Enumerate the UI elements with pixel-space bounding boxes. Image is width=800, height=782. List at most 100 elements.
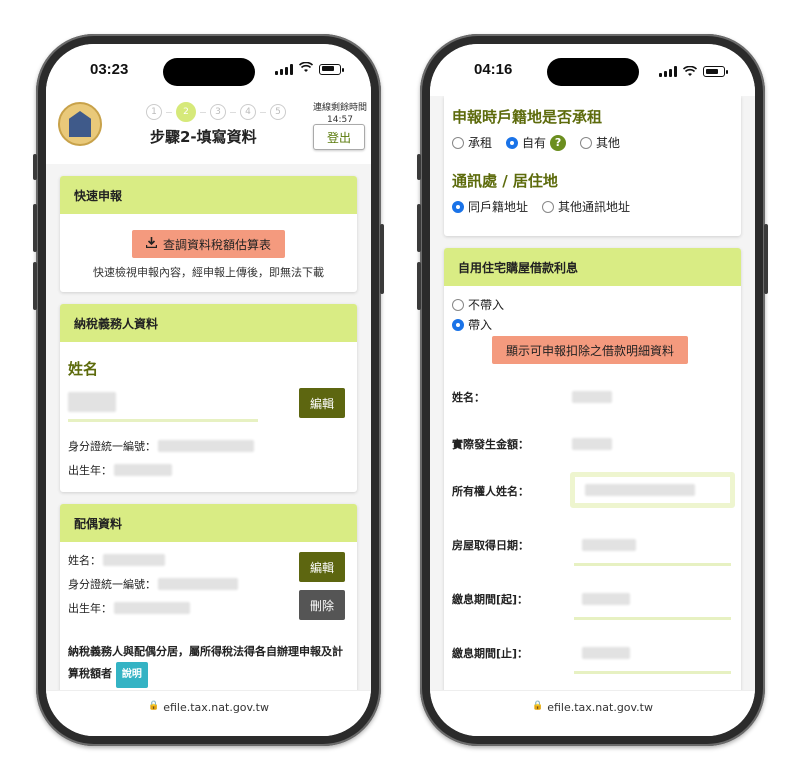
logout-button[interactable]: 登出: [313, 124, 365, 150]
signal-icon: [275, 63, 293, 75]
radio-same-address-label: 同戶籍地址: [468, 200, 529, 214]
remain-label: 連線剩餘時間: [312, 103, 367, 113]
mailing-title: 通訊處 / 居住地: [452, 172, 558, 190]
radio-same-address[interactable]: [452, 200, 464, 213]
url-text: efile.tax.nat.gov.tw: [547, 701, 653, 714]
loan-field-name: 姓名：: [444, 370, 741, 424]
taxpayer-id-label: 身分證統一編號：: [68, 440, 156, 453]
loan-field-period-start-label: 繳息期間[起]：: [452, 593, 529, 606]
agency-logo: [58, 102, 102, 146]
spouse-delete-button[interactable]: 刪除: [299, 590, 345, 620]
wifi-icon: [682, 62, 698, 81]
spouse-card: 配偶資料 姓名： 身分證統一編號： 出生年： 編輯 刪除 納稅義務人與配偶分居，…: [60, 504, 357, 690]
phone-right: 04:16 申報時戶籍地是否承租 承租 自有 ? 其他 通訊處 / 居住地 同戶…: [417, 34, 768, 746]
owner-name-input[interactable]: [570, 472, 735, 508]
loan-field-owner: 所有權人姓名：: [444, 464, 741, 518]
quick-filing-note: 快速檢視申報內容，經申報上傳後，即無法下載: [93, 266, 324, 279]
radio-include-label: 帶入: [468, 318, 493, 332]
quick-filing-title: 快速申報: [60, 176, 357, 214]
taxpayer-id-row: 身分證統一編號：: [68, 438, 254, 454]
taxpayer-birth-label: 出生年：: [68, 464, 112, 477]
explain-button[interactable]: 說明: [115, 662, 148, 688]
radio-other-address[interactable]: [542, 200, 555, 213]
radio-own[interactable]: [506, 136, 519, 149]
spouse-birth-row: 出生年：: [68, 600, 190, 616]
radio-not-include-row: 不帶入: [452, 296, 504, 313]
step-5: 5: [270, 104, 286, 120]
lock-icon: 🔒: [532, 701, 544, 711]
separate-filing-text: 納稅義務人與配偶分居，屬所得稅法得各自辦理申報及計算稅額者: [68, 645, 343, 680]
screen-left: 03:23 1 2 3 4 5 步驟2-填寫資料 連線剩餘時間 14:57 登出…: [46, 44, 371, 736]
radio-include-row: 帶入: [452, 316, 492, 333]
estimate-download-button[interactable]: 查調資料稅額估算表: [131, 230, 285, 258]
url-text: efile.tax.nat.gov.tw: [163, 701, 269, 714]
page-content: 申報時戶籍地是否承租 承租 自有 ? 其他 通訊處 / 居住地 同戶籍地址 其他…: [430, 96, 755, 690]
taxpayer-birth-row: 出生年：: [68, 462, 172, 478]
lock-icon: 🔒: [148, 701, 160, 711]
loan-field-acquire-date-label: 房屋取得日期：: [452, 539, 529, 552]
loan-field-acquire-date: 房屋取得日期：: [444, 518, 741, 572]
taxpayer-name-label: 姓名: [68, 360, 99, 378]
spouse-id-label: 身分證統一編號：: [68, 578, 156, 591]
separate-filing-note: 納稅義務人與配偶分居，屬所得稅法得各自辦理申報及計算稅額者 說明: [68, 642, 349, 688]
household-radios: 承租 自有 ? 其他: [452, 134, 620, 151]
status-time: 04:16: [474, 61, 513, 78]
signal-icon: [659, 66, 677, 77]
spouse-edit-button[interactable]: 編輯: [299, 552, 345, 582]
radio-rent-label: 承租: [468, 136, 493, 150]
spouse-birth-label: 出生年：: [68, 602, 112, 615]
loan-field-amount-label: 實際發生金額：: [452, 438, 529, 451]
radio-not-include[interactable]: [452, 298, 464, 311]
radio-other-label: 其他: [596, 136, 621, 150]
url-bar[interactable]: 🔒 efile.tax.nat.gov.tw: [46, 690, 371, 736]
household-title: 申報時戶籍地是否承租: [452, 108, 603, 126]
url-bar[interactable]: 🔒 efile.tax.nat.gov.tw: [430, 690, 755, 736]
estimate-download-label: 查調資料稅額估算表: [162, 237, 271, 252]
quick-filing-card: 快速申報 查調資料稅額估算表 快速檢視申報內容，經申報上傳後，即無法下載: [60, 176, 357, 292]
session-remaining: 連線剩餘時間 14:57: [313, 102, 367, 126]
loan-field-name-label: 姓名：: [452, 391, 485, 404]
wifi-icon: [298, 61, 314, 76]
download-icon: [145, 237, 158, 251]
spouse-title: 配偶資料: [60, 504, 357, 542]
page-header: 1 2 3 4 5 步驟2-填寫資料 連線剩餘時間 14:57 登出: [46, 96, 371, 164]
dynamic-island: [162, 58, 255, 86]
step-2: 2: [176, 102, 196, 122]
radio-own-label: 自有: [522, 136, 547, 150]
taxpayer-title: 納稅義務人資料: [60, 304, 357, 342]
step-1: 1: [146, 104, 162, 120]
loan-interest-card: 自用住宅購屋借款利息 不帶入 帶入 顯示可申報扣除之借款明細資料 姓名： 實際發…: [444, 248, 741, 690]
radio-not-include-label: 不帶入: [468, 298, 505, 312]
screen-right: 04:16 申報時戶籍地是否承租 承租 自有 ? 其他 通訊處 / 居住地 同戶…: [430, 44, 755, 736]
step-indicator: 1 2 3 4 5: [146, 102, 286, 122]
mailing-radios: 同戶籍地址 其他通訊地址: [452, 198, 630, 215]
help-icon[interactable]: ?: [550, 134, 567, 151]
radio-rent[interactable]: [452, 136, 464, 149]
step-4: 4: [240, 104, 256, 120]
spouse-id-row: 身分證統一編號：: [68, 576, 238, 592]
step-3: 3: [210, 104, 226, 120]
loan-field-period-end: 繳息期間[止]：: [444, 626, 741, 680]
status-time: 03:23: [90, 61, 129, 78]
show-loan-details-button[interactable]: 顯示可申報扣除之借款明細資料: [492, 336, 689, 364]
battery-icon: [319, 63, 344, 75]
page-title: 步驟2-填寫資料: [150, 128, 257, 146]
page-content: 1 2 3 4 5 步驟2-填寫資料 連線剩餘時間 14:57 登出 快速申報 …: [46, 96, 371, 690]
radio-other-address-label: 其他通訊地址: [558, 200, 631, 214]
taxpayer-name-field: [68, 390, 258, 422]
loan-field-period-start: 繳息期間[起]：: [444, 572, 741, 626]
loan-interest-title: 自用住宅購屋借款利息: [444, 248, 741, 286]
loan-field-owner-label: 所有權人姓名：: [452, 485, 529, 498]
loan-field-period-end-label: 繳息期間[止]：: [452, 647, 529, 660]
battery-icon: [703, 66, 728, 77]
taxpayer-card: 納稅義務人資料 姓名 編輯 身分證統一編號： 出生年：: [60, 304, 357, 492]
dynamic-island: [546, 58, 639, 86]
taxpayer-edit-button[interactable]: 編輯: [299, 388, 345, 418]
radio-include[interactable]: [452, 318, 464, 331]
radio-other[interactable]: [580, 136, 593, 149]
stage: 03:23 1 2 3 4 5 步驟2-填寫資料 連線剩餘時間 14:57 登出…: [0, 0, 800, 782]
spouse-name-label: 姓名：: [68, 554, 101, 567]
residence-card: 申報時戶籍地是否承租 承租 自有 ? 其他 通訊處 / 居住地 同戶籍地址 其他…: [444, 96, 741, 236]
phone-left: 03:23 1 2 3 4 5 步驟2-填寫資料 連線剩餘時間 14:57 登出…: [33, 34, 384, 746]
loan-field-amount: 實際發生金額：: [444, 424, 741, 464]
